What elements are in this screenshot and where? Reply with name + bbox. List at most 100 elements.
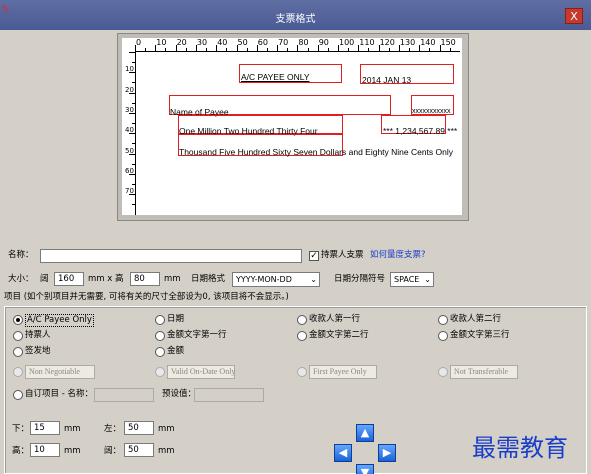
items-note: 项目 (如个别项目并无需要, 可将有关的尺寸全部设为0, 该项目将不会显示。)	[4, 292, 289, 302]
radio-payee-line-1[interactable]	[297, 315, 307, 325]
ruler-h-label: 90	[318, 38, 329, 47]
move-up-button[interactable]: ▲	[356, 424, 374, 442]
payee-cheque-checkbox[interactable]: ✓	[309, 251, 319, 261]
size-label: 大小：	[8, 274, 34, 284]
radio-issue-place[interactable]	[13, 347, 23, 357]
ruler-tick	[185, 48, 187, 51]
top-mm-label: mm	[64, 446, 81, 456]
date-sep-select[interactable]: SPACE ⌄	[390, 272, 434, 287]
ruler-h-label: 100	[339, 38, 355, 47]
ruler-tick	[132, 163, 135, 165]
radio-label-payee-line-2: 收款人第二行	[450, 314, 502, 324]
ruler-tick	[129, 52, 135, 53]
top-input[interactable]: 10	[30, 443, 60, 457]
radio-label-amount-words-1: 金额文字第一行	[167, 330, 227, 340]
not-transferable-field: Not Transferable	[450, 365, 518, 379]
width2-label: 阔：	[104, 446, 122, 456]
radio-label-bearer: 持票人	[25, 330, 51, 340]
ruler-tick	[409, 48, 411, 51]
ruler-h-label: 40	[217, 38, 228, 47]
ruler-tick	[206, 48, 208, 51]
radio-label-issue-place: 签发地	[25, 346, 51, 356]
mm-x-high-label: mm x 高	[88, 274, 124, 284]
radio-amount-words-2[interactable]	[297, 331, 307, 341]
bottom-mm-label: mm	[64, 424, 81, 434]
ruler-tick	[449, 48, 451, 51]
ruler-h-label: 10	[156, 38, 167, 47]
vertical-ruler: 10 20 30 40 50 60 70	[122, 52, 136, 215]
ruler-h-label: 130	[399, 38, 416, 47]
date-sep-value: SPACE	[394, 275, 420, 284]
default-value-input[interactable]	[194, 388, 264, 402]
radio-label-amount-words-3: 金额文字第三行	[450, 330, 510, 340]
left-mm-label: mm	[158, 424, 175, 434]
ruler-h-label: 0	[136, 38, 142, 47]
ruler-tick	[266, 48, 268, 51]
radio-ac-payee-only[interactable]	[13, 315, 23, 325]
ruler-tick	[132, 183, 135, 185]
radio-amount-words-3[interactable]	[438, 331, 448, 341]
radio-first-payee-only	[297, 367, 307, 377]
ruler-tick	[132, 82, 135, 84]
default-value-label: 预设值：	[162, 389, 197, 399]
field-date: 2014 JAN 13	[362, 75, 412, 85]
payee-cheque-label: 持票人支票	[321, 250, 364, 260]
width-label: 阔	[40, 274, 49, 284]
width-input[interactable]: 160	[54, 272, 84, 286]
ruler-v-label: 50	[125, 146, 134, 155]
radio-bearer[interactable]	[13, 331, 23, 341]
custom-item-label: 自订项目 - 名称：	[25, 389, 93, 399]
move-right-button[interactable]: ▶	[378, 444, 396, 462]
ruler-tick	[145, 48, 147, 51]
ruler-v-label: 30	[125, 105, 134, 114]
name-label: 名称：	[8, 250, 34, 260]
radio-label-payee-line-1: 收款人第一行	[309, 314, 361, 324]
bottom-input[interactable]: 15	[30, 421, 60, 435]
custom-item-name-input[interactable]	[94, 388, 154, 402]
bottom-label: 下：	[12, 424, 30, 434]
ruler-tick	[327, 48, 329, 51]
move-left-button[interactable]: ◀	[334, 444, 352, 462]
close-button[interactable]: X	[565, 8, 583, 24]
ruler-tick	[287, 48, 289, 51]
radio-custom-item[interactable]	[13, 390, 23, 400]
chevron-down-icon: ⌄	[424, 275, 431, 284]
ruler-h-label: 50	[237, 38, 248, 47]
field-payee-only: A/C PAYEE ONLY	[241, 72, 310, 82]
ruler-h-label: 80	[298, 38, 309, 47]
height-input[interactable]: 80	[130, 272, 160, 286]
radio-amount-words-1[interactable]	[155, 331, 165, 341]
window-title: 支票格式	[275, 14, 316, 25]
ruler-h-label: 70	[278, 38, 289, 47]
top-label: 高：	[12, 446, 30, 456]
name-input[interactable]	[40, 249, 302, 263]
first-payee-only-field: First Payee Only	[309, 365, 377, 379]
left-label: 左：	[104, 424, 122, 434]
ruler-v-label: 20	[125, 85, 134, 94]
width2-mm-label: mm	[158, 446, 175, 456]
ruler-tick	[226, 48, 228, 51]
left-input[interactable]: 50	[124, 421, 154, 435]
radio-date[interactable]	[155, 315, 165, 325]
horizontal-ruler: 0 10 20 30 40 50 60 70 80 90 100 110 120 130 140 150	[135, 38, 460, 52]
ruler-tick	[246, 48, 248, 51]
date-format-value: YYYY-MON-DD	[236, 275, 292, 284]
radio-not-transferable	[438, 367, 448, 377]
ruler-h-label: 140	[420, 38, 436, 47]
date-format-select[interactable]: YYYY-MON-DD ⌄	[232, 272, 320, 287]
ruler-h-label: 150	[440, 38, 456, 47]
width2-input[interactable]: 50	[124, 443, 154, 457]
chevron-down-icon: ⌄	[310, 275, 317, 284]
date-sep-label: 日期分隔符号	[334, 274, 386, 284]
radio-payee-line-2[interactable]	[438, 315, 448, 325]
height-mm-label: mm	[164, 274, 181, 284]
ruler-tick	[132, 204, 135, 206]
ruler-tick	[165, 48, 167, 51]
ruler-h-label: 30	[196, 38, 208, 47]
ruler-h-label: 60	[257, 38, 268, 47]
move-down-button[interactable]: ▼	[356, 464, 374, 474]
radio-amount[interactable]	[155, 347, 165, 357]
radio-label-amount: 金额	[167, 346, 185, 356]
how-to-measure-link[interactable]: 如何量度支票?	[370, 250, 426, 261]
valid-on-date-only-field: Valid On-Date Only	[167, 365, 235, 379]
